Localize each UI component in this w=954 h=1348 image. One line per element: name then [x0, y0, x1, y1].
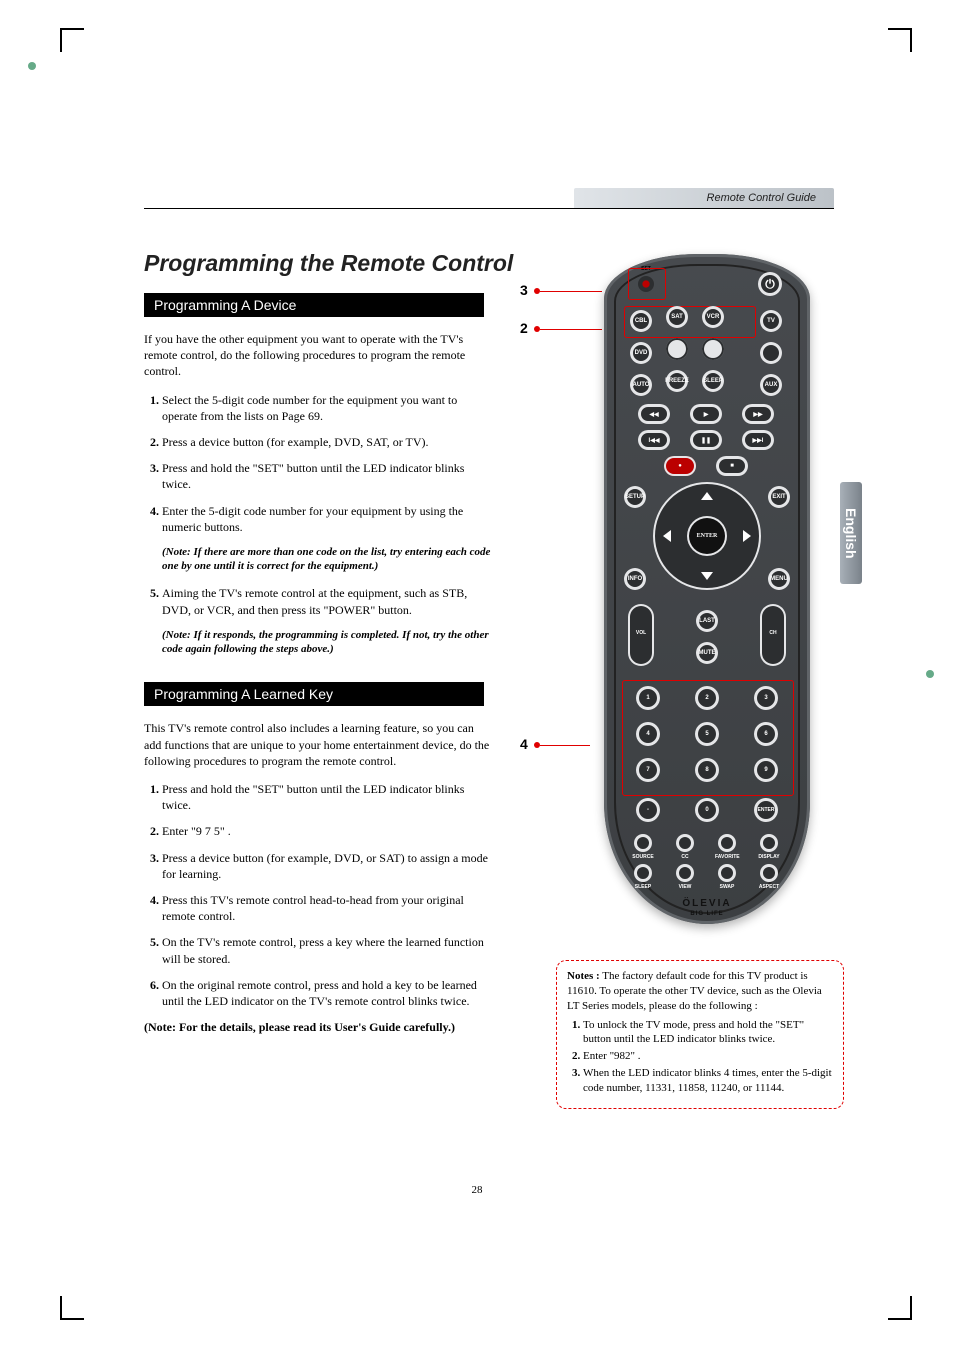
btn-menu: MENU [768, 568, 790, 590]
btn-play: ▶ [690, 404, 722, 424]
crop-mark-bl [60, 1296, 84, 1320]
section-heading-learned: Programming A Learned Key [144, 682, 484, 706]
s2-step5: On the TV's remote control, press a key … [162, 934, 494, 966]
fn-view [676, 864, 694, 882]
s1-step5: Aiming the TV's remote control at the eq… [162, 585, 494, 617]
highlight-set [628, 268, 666, 300]
btn-aux: AUX [760, 374, 782, 396]
btn-pause: ❚❚ [690, 430, 722, 450]
crop-mark-tl [60, 28, 84, 52]
btn-auto: AUTO [630, 374, 652, 396]
btn-cbl: CBL [630, 310, 652, 332]
registration-dot-right [926, 670, 934, 678]
section-heading-device: Programming A Device [144, 293, 484, 317]
crop-mark-tr [888, 28, 912, 52]
btn-tv: TV [760, 310, 782, 332]
s1-note-after-4: (Note: If there are more than one code o… [162, 545, 494, 574]
btn-rec: ● [664, 456, 696, 476]
btn-blank2 [702, 338, 724, 360]
section2-intro: This TV's remote control also includes a… [144, 720, 494, 769]
s2-final-note: (Note: For the details, please read its … [144, 1019, 494, 1035]
header-rule [144, 208, 834, 209]
btn-mute: MUTE [696, 642, 718, 664]
lbl-cc: CC [673, 854, 697, 860]
btn-setup: SETUP [624, 486, 646, 508]
s1-step2: Press a device button (for example, DVD,… [162, 434, 494, 450]
lbl-source: SOURCE [631, 854, 655, 860]
section1-intro: If you have the other equipment you want… [144, 331, 494, 380]
s1-note-after-5: (Note: If it responds, the programming i… [162, 628, 494, 657]
fn-display [760, 834, 778, 852]
fn-aspect [760, 864, 778, 882]
num-3: 3 [754, 686, 778, 710]
num-2: 2 [695, 686, 719, 710]
s2-step2: Enter "9 7 5" . [162, 823, 494, 839]
s2-step3: Press a device button (for example, DVD,… [162, 850, 494, 882]
remote-illustration: SET ⏻ CBL SAT VCR TV DVD AUTO FREEZE SLE… [560, 254, 810, 924]
btn-blank3 [760, 342, 782, 364]
lbl-swap: SWAP [715, 884, 739, 890]
lbl-aspect: ASPECT [757, 884, 781, 890]
header-label: Remote Control Guide [707, 192, 816, 204]
btn-last: LAST [696, 610, 718, 632]
notes-step1: To unlock the TV mode, press and hold th… [583, 1018, 833, 1048]
section1-steps-cont: Aiming the TV's remote control at the eq… [144, 585, 494, 617]
registration-dot-left [28, 62, 36, 70]
notes-heading: Notes : [567, 970, 600, 982]
num-5: 5 [695, 722, 719, 746]
notes-intro: The factory default code for this TV pro… [567, 970, 822, 1012]
fn-source [634, 834, 652, 852]
s1-step3: Press and hold the "SET" button until th… [162, 460, 494, 492]
btn-next: ▶▶I [742, 430, 774, 450]
fn-favorite [718, 834, 736, 852]
num-9: 9 [754, 758, 778, 782]
brand: ÖLEVIA BIG LIFE [604, 898, 810, 917]
notes-step3: When the LED indicator blinks 4 times, e… [583, 1066, 833, 1096]
page-number: 28 [0, 1184, 954, 1196]
fn-cc [676, 834, 694, 852]
btn-freeze: FREEZE [666, 370, 688, 392]
btn-vcr: VCR [702, 306, 724, 328]
dpad: ENTER [653, 482, 761, 590]
notes-step2: Enter "982" . [583, 1049, 833, 1064]
lbl-display: DISPLAY [757, 854, 781, 860]
ch-label: CH [761, 630, 785, 636]
num-7: 7 [636, 758, 660, 782]
btn-sat: SAT [666, 306, 688, 328]
fn-sleep2 [634, 864, 652, 882]
btn-sleep: SLEEP [702, 370, 724, 392]
s2-step1: Press and hold the "SET" button until th… [162, 781, 494, 813]
section1-steps: Select the 5-digit code number for the e… [144, 392, 494, 535]
fn-swap [718, 864, 736, 882]
s1-step1: Select the 5-digit code number for the e… [162, 392, 494, 424]
lbl-view: VIEW [673, 884, 697, 890]
num-1: 1 [636, 686, 660, 710]
num-4: 4 [636, 722, 660, 746]
num-enter: ENTER [754, 798, 778, 822]
btn-info: INFO [624, 568, 646, 590]
num-6: 6 [754, 722, 778, 746]
lbl-sleep: SLEEP [631, 884, 655, 890]
btn-enter: ENTER [689, 518, 725, 554]
btn-dvd: DVD [630, 342, 652, 364]
s1-step4: Enter the 5-digit code number for your e… [162, 503, 494, 535]
num-0: 0 [695, 798, 719, 822]
btn-blank1 [666, 338, 688, 360]
power-button: ⏻ [758, 272, 782, 296]
btn-exit: EXIT [768, 486, 790, 508]
lbl-favorite: FAVORITE [715, 854, 739, 860]
btn-stop: ■ [716, 456, 748, 476]
btn-prev: I◀◀ [638, 430, 670, 450]
btn-rew: ◀◀ [638, 404, 670, 424]
section2-steps: Press and hold the "SET" button until th… [144, 781, 494, 1009]
crop-mark-br [888, 1296, 912, 1320]
s2-step6: On the original remote control, press an… [162, 977, 494, 1009]
notes-box: Notes : The factory default code for thi… [556, 960, 844, 1109]
btn-ff: ▶▶ [742, 404, 774, 424]
num-8: 8 [695, 758, 719, 782]
s2-step4: Press this TV's remote control head-to-h… [162, 892, 494, 924]
num-dash: - [636, 798, 660, 822]
vol-label: VOL [629, 630, 653, 636]
